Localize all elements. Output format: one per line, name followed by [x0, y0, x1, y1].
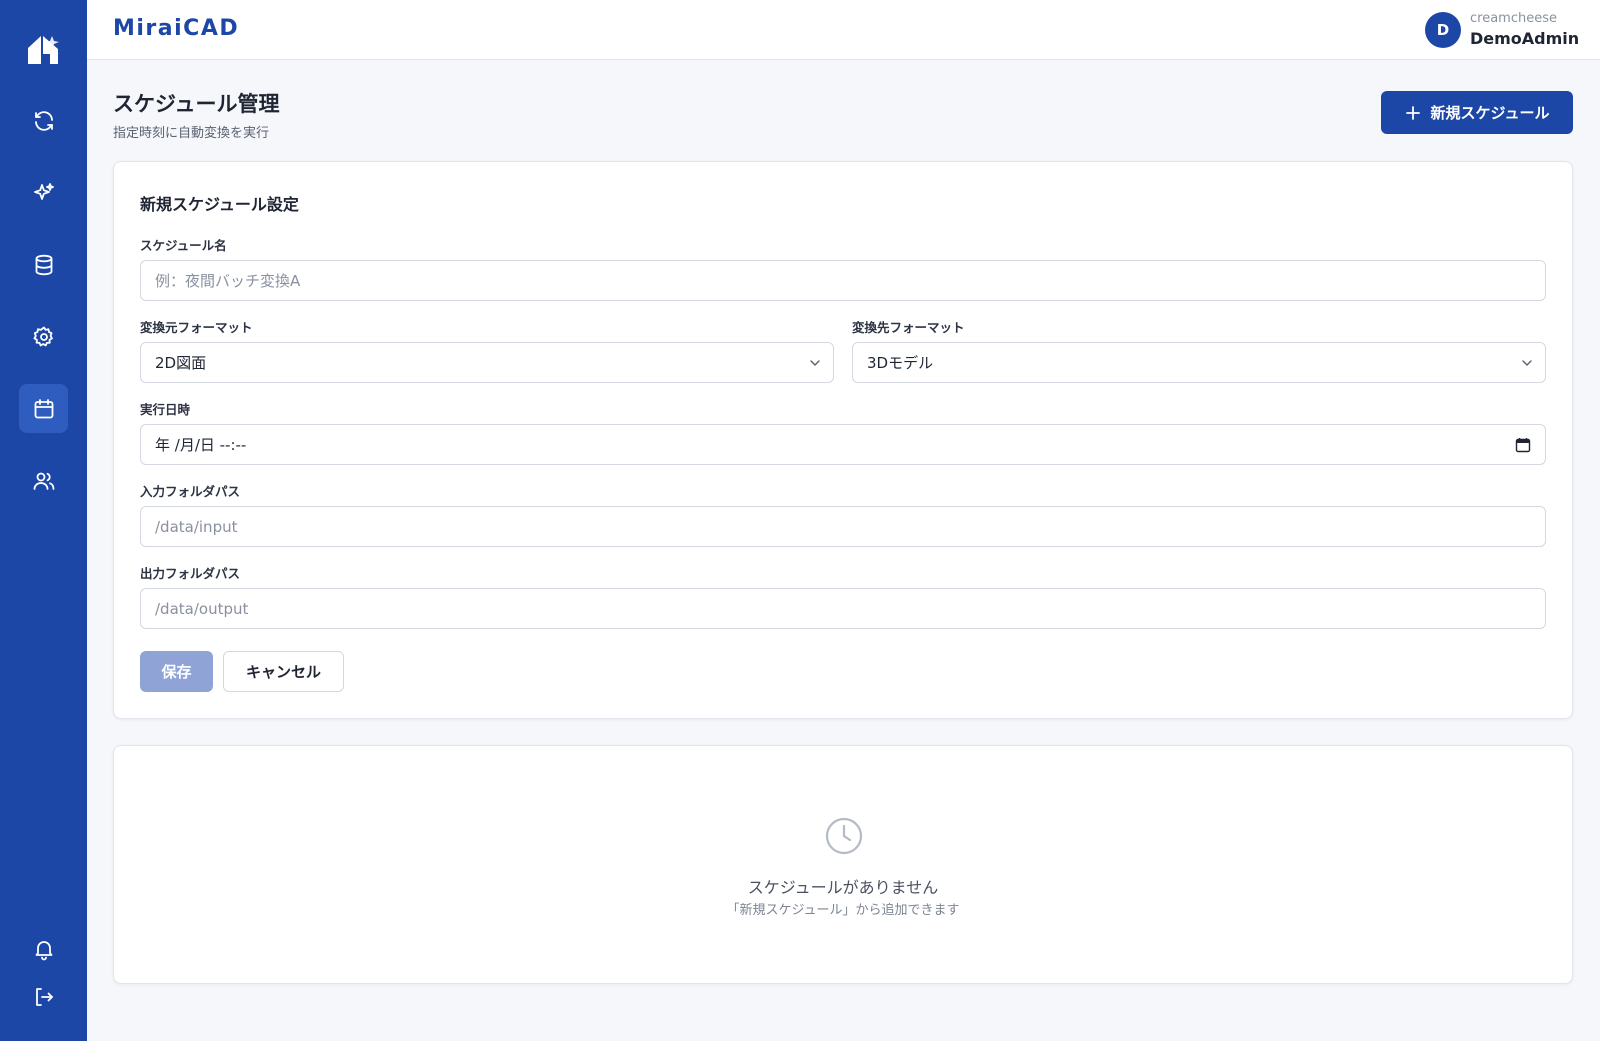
form-title: 新規スケジュール設定 — [140, 195, 299, 214]
logout-button[interactable] — [19, 972, 68, 1021]
output-folder-label: 出力フォルダパス — [140, 566, 241, 581]
logout-icon — [35, 987, 53, 1006]
source-format-value: 2D図面 — [155, 354, 207, 372]
schedule-name-label: スケジュール名 — [140, 238, 227, 253]
calendar-icon[interactable] — [1515, 437, 1531, 453]
cancel-button[interactable]: キャンセル — [223, 651, 344, 692]
avatar[interactable]: D — [1425, 12, 1461, 48]
sidebar-item-users[interactable] — [19, 456, 68, 505]
bell-icon — [35, 940, 52, 960]
notifications-button[interactable] — [19, 924, 68, 973]
datetime-value: 年 /月/日 --:-- — [155, 436, 247, 454]
input-folder-field[interactable] — [140, 506, 1546, 547]
datetime-label: 実行日時 — [140, 402, 191, 417]
sparkles-icon — [33, 182, 54, 200]
brand-logo[interactable]: MiraiCAD — [113, 16, 239, 41]
gear-icon — [33, 326, 53, 346]
source-format-label: 変換元フォーマット — [140, 320, 253, 335]
clock-icon — [825, 817, 863, 855]
target-format-value: 3Dモデル — [867, 354, 934, 372]
datetime-input[interactable]: 年 /月/日 --:-- — [140, 424, 1546, 465]
output-folder-field[interactable] — [140, 588, 1546, 629]
save-button[interactable]: 保存 — [140, 651, 213, 692]
target-format-select[interactable]: 3Dモデル — [852, 342, 1546, 383]
users-icon — [33, 472, 54, 490]
chevron-down-icon — [1522, 360, 1532, 366]
schedule-name-field[interactable] — [140, 260, 1546, 301]
target-format-label: 変換先フォーマット — [852, 320, 965, 335]
chevron-down-icon — [810, 360, 820, 366]
schedule-list-card: スケジュールがありません 「新規スケジュール」から追加できます — [113, 745, 1573, 984]
home-icon[interactable] — [24, 30, 62, 68]
sidebar-item-convert[interactable] — [19, 96, 68, 145]
sidebar-item-schedule[interactable] — [19, 384, 68, 433]
output-folder-input[interactable] — [155, 589, 1545, 628]
calendar-icon — [34, 398, 53, 418]
schedule-name-input[interactable] — [155, 261, 1545, 300]
page-subtitle: 指定時刻に自動変換を実行 — [113, 126, 270, 141]
sidebar-item-ai[interactable] — [19, 168, 68, 217]
sidebar — [0, 0, 87, 1041]
empty-state-title: スケジュールがありません — [747, 878, 939, 897]
user-org: creamcheese — [1470, 11, 1557, 26]
sidebar-item-settings[interactable] — [19, 312, 68, 361]
source-format-select[interactable]: 2D図面 — [140, 342, 834, 383]
new-schedule-label: 新規スケジュール — [1430, 104, 1550, 122]
sidebar-item-database[interactable] — [19, 240, 68, 289]
empty-state-subtitle: 「新規スケジュール」から追加できます — [726, 903, 960, 918]
user-name: DemoAdmin — [1470, 29, 1580, 48]
refresh-icon — [34, 110, 53, 131]
database-icon — [35, 254, 52, 275]
page-title: スケジュール管理 — [113, 92, 280, 116]
input-folder-label: 入力フォルダパス — [140, 484, 241, 499]
input-folder-input[interactable] — [155, 507, 1545, 546]
top-bar: MiraiCAD D creamcheese DemoAdmin — [87, 0, 1600, 60]
new-schedule-button[interactable]: 新規スケジュール — [1381, 91, 1573, 134]
schedule-form-card: 新規スケジュール設定 スケジュール名 変換元フォーマット 2D図面 変換先フォー… — [113, 161, 1573, 719]
plus-icon — [1405, 105, 1420, 120]
